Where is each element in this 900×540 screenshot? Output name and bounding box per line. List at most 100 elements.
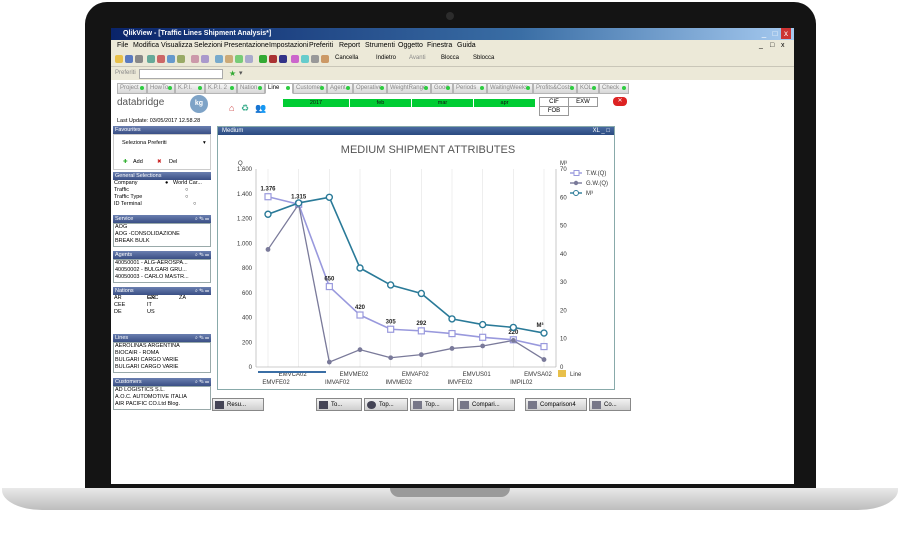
tab-operative[interactable]: Operative xyxy=(353,83,387,94)
del-button[interactable]: Del xyxy=(168,159,177,166)
menu-guida[interactable]: Guida xyxy=(457,40,476,52)
doc-restore-button[interactable]: □ xyxy=(770,40,774,52)
tab-kol[interactable]: KOL xyxy=(577,83,599,94)
gs-radio-icon[interactable]: ○ xyxy=(193,201,196,208)
tab-customer[interactable]: Customer xyxy=(293,83,327,94)
search-icon[interactable]: ⌕ ✎ ▭ xyxy=(195,251,209,259)
minimize-button[interactable]: _ xyxy=(759,28,769,39)
list-item[interactable]: BULGARI CARGO VARIE xyxy=(114,357,210,364)
service-listbox[interactable]: AOG AOG -CONSOLIDAZIONE BREAK BULK xyxy=(113,223,211,247)
gs-row[interactable]: Traffic Type ○ xyxy=(113,194,211,201)
tab-k-p-i-2[interactable]: K.P.I. 2 xyxy=(205,83,237,94)
tab-k-p-i-[interactable]: K.P.I. xyxy=(175,83,205,94)
paste-icon[interactable] xyxy=(177,55,185,63)
menu-oggetto[interactable]: Oggetto xyxy=(398,40,423,52)
export-icon[interactable] xyxy=(147,55,155,63)
list-icon[interactable] xyxy=(235,55,243,63)
copy-icon[interactable] xyxy=(167,55,175,63)
favourites-select[interactable]: Seleziona Preferiti xyxy=(114,135,210,147)
tab-agent[interactable]: Agent xyxy=(327,83,353,94)
maximize-button[interactable]: □ xyxy=(770,28,780,39)
reload-icon[interactable] xyxy=(259,55,267,63)
search-icon[interactable]: ⌕ ✎ ▭ xyxy=(195,334,209,342)
gs-row[interactable]: Company ● World Car... xyxy=(113,180,211,187)
cancella-button[interactable]: Cancella xyxy=(335,55,358,61)
month-feb[interactable]: feb xyxy=(350,99,411,107)
gs-radio-icon[interactable]: ● xyxy=(165,180,168,187)
search-icon[interactable]: ⌕ ✎ ▭ xyxy=(195,215,209,223)
help-icon[interactable] xyxy=(311,55,319,63)
people-icon[interactable]: 👥 xyxy=(255,103,266,114)
search-icon[interactable]: ⌕ ✎ ▭ xyxy=(195,287,209,295)
doc-close-button[interactable]: x xyxy=(781,40,785,52)
nations-listbox[interactable]: EXC ZA AR GR CEE IT DE US xyxy=(113,295,211,329)
menu-strumenti[interactable]: Strumenti xyxy=(365,40,395,52)
list-item[interactable]: 40050001 - ALG-AEROSPA... xyxy=(114,260,210,267)
list-item[interactable]: AOG -CONSOLIDAZIONE xyxy=(114,231,210,238)
minimized-compari-button[interactable]: Compari... xyxy=(457,398,515,411)
sheet-icon[interactable] xyxy=(245,55,253,63)
tab-project[interactable]: Project xyxy=(117,83,147,94)
search-icon[interactable] xyxy=(321,55,329,63)
minimized-co-button[interactable]: Co... xyxy=(589,398,631,411)
gs-radio-icon[interactable]: ○ xyxy=(185,194,188,201)
nation-cell[interactable]: IT xyxy=(147,302,152,309)
list-item[interactable]: AEROLINAS ARGENTINA xyxy=(114,343,210,350)
tab-check[interactable]: Check xyxy=(599,83,629,94)
nation-cell[interactable]: DE xyxy=(114,309,122,315)
minimized-comparison4-button[interactable]: Comparison4 xyxy=(525,398,587,411)
tab-good[interactable]: Good xyxy=(431,83,453,94)
home-icon[interactable]: ⌂ xyxy=(229,103,234,113)
nation-cell[interactable]: ZA xyxy=(179,295,186,302)
menu-selezioni[interactable]: Selezioni xyxy=(194,40,222,52)
redo-icon[interactable] xyxy=(201,55,209,63)
menu-preferiti[interactable]: Preferiti xyxy=(309,40,333,52)
list-item[interactable]: BULGARI CARGO VARIE xyxy=(114,364,210,371)
list-item[interactable]: DE US xyxy=(113,309,211,316)
lines-listbox[interactable]: AEROLINAS ARGENTINA BIOCAIR - ROMA BULGA… xyxy=(113,342,211,373)
term-exw[interactable]: EXW xyxy=(568,97,598,107)
list-item[interactable]: AD LOGISTICS S.L. xyxy=(114,387,210,394)
customers-listbox[interactable]: AD LOGISTICS S.L. A.O.C. AUTOMOTIVE ITAL… xyxy=(113,386,211,410)
list-item[interactable]: CEE IT xyxy=(113,302,211,309)
tab-profits-costs[interactable]: Profits&Costs xyxy=(533,83,577,94)
tab-waitingweeks[interactable]: WaitingWeeks xyxy=(487,83,533,94)
star-icon[interactable]: ★ xyxy=(229,69,236,78)
blocca-button[interactable]: Blocca xyxy=(441,55,459,61)
favourites-dropdown-icon[interactable]: ▾ xyxy=(202,140,206,147)
list-item[interactable]: A.O.C. AUTOMOTIVE ITALIA xyxy=(114,394,210,401)
list-item[interactable]: AIR PACIFIC CO.Ltd Blog. xyxy=(114,401,210,408)
nation-cell[interactable]: GR xyxy=(147,295,155,302)
nation-cell[interactable]: US xyxy=(147,309,155,316)
undo-icon[interactable] xyxy=(191,55,199,63)
gs-row[interactable]: Traffic ○ xyxy=(113,187,211,194)
tab-howto[interactable]: HowTo xyxy=(147,83,175,94)
tab-nation[interactable]: Nation xyxy=(237,83,265,94)
list-item[interactable]: AR GR xyxy=(113,295,211,302)
agents-listbox[interactable]: 40050001 - ALG-AEROSPA... 40050002 - BUL… xyxy=(113,259,211,283)
menu-modifica[interactable]: Modifica xyxy=(133,40,159,52)
minimized-top2-button[interactable]: Top... xyxy=(410,398,454,411)
tab-periods[interactable]: Periods xyxy=(453,83,487,94)
menu-visualizza[interactable]: Visualizza xyxy=(161,40,192,52)
layout-icon[interactable] xyxy=(291,55,299,63)
list-item[interactable]: 40050003 - CARLO MASTR... xyxy=(114,274,210,281)
chart-panel-icons[interactable]: XL _ □ xyxy=(593,127,610,135)
gs-radio-icon[interactable]: ○ xyxy=(185,187,188,194)
chart-icon[interactable] xyxy=(215,55,223,63)
menu-impostazioni[interactable]: Impostazioni xyxy=(269,40,308,52)
search-icon[interactable]: ⌕ ✎ ▭ xyxy=(195,378,209,386)
avanti-button[interactable]: Avanti xyxy=(409,55,426,61)
stop-icon[interactable] xyxy=(269,55,277,63)
nation-cell[interactable]: AR xyxy=(114,295,122,301)
preferiti-dropdown[interactable] xyxy=(139,69,223,79)
sblocca-button[interactable]: Sblocca xyxy=(473,55,494,61)
menu-report[interactable]: Report xyxy=(339,40,360,52)
line-chart[interactable]: MEDIUM SHIPMENT ATTRIBUTESQ M³02004006008… xyxy=(218,135,614,389)
add-button[interactable]: Add xyxy=(132,159,143,166)
list-item[interactable]: AOG xyxy=(114,224,210,231)
table-icon[interactable] xyxy=(225,55,233,63)
open-icon[interactable] xyxy=(115,55,123,63)
menu-finestra[interactable]: Finestra xyxy=(427,40,452,52)
delete-icon[interactable]: ✖ xyxy=(156,159,162,166)
